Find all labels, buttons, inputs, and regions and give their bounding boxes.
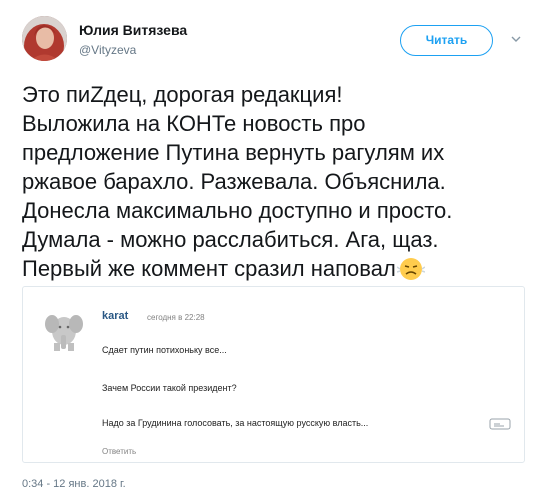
author-avatar[interactable] bbox=[22, 16, 67, 61]
tweet-text-line-last: Первый же коммент сразил наповал bbox=[22, 254, 527, 283]
follow-button[interactable]: Читать bbox=[400, 25, 493, 56]
tweet-text: Это пиZдец, дорогая редакция! Выложила н… bbox=[22, 80, 527, 283]
caption-icon bbox=[489, 418, 511, 430]
comment-line: Зачем России такой президент? bbox=[102, 383, 237, 393]
tweet-timestamp[interactable]: 0:34 - 12 янв. 2018 г. bbox=[22, 478, 126, 490]
embedded-screenshot-card[interactable]: karat сегодня в 22:28 Сдает путин потихо… bbox=[22, 286, 525, 463]
author-handle[interactable]: @Vityzeva bbox=[79, 43, 136, 57]
comment-username: karat bbox=[102, 310, 129, 322]
comment-line: Надо за Грудинина голосовать, за настоящ… bbox=[102, 418, 369, 428]
tweet-text-line: Это пиZдец, дорогая редакция! bbox=[22, 82, 343, 107]
tweet-text-line: ржавое барахло. Разжевала. Объяснила. bbox=[22, 169, 446, 194]
angry-face-emoji-icon bbox=[396, 258, 425, 280]
author-name[interactable]: Юлия Витязева bbox=[79, 22, 187, 38]
comment-line: Сдает путин потихоньку все... bbox=[102, 345, 227, 355]
chevron-down-icon[interactable] bbox=[509, 32, 523, 46]
tweet-text-line: Выложила на КОНТе новость про bbox=[22, 111, 366, 136]
tweet-text-line: Первый же коммент сразил наповал bbox=[22, 256, 396, 281]
tweet-text-line: Донесла максимально доступно и просто. bbox=[22, 198, 453, 223]
tweet-text-line: предложение Путина вернуть рагулям их bbox=[22, 140, 445, 165]
comment-reply-label: Ответить bbox=[102, 447, 137, 456]
elephant-avatar-icon bbox=[45, 315, 83, 351]
tweet-header: Юлия Витязева @Vityzeva Читать bbox=[22, 16, 527, 68]
comment-time: сегодня в 22:28 bbox=[147, 313, 205, 322]
tweet-text-line: Думала - можно расслабиться. Ага, щаз. bbox=[22, 227, 439, 252]
